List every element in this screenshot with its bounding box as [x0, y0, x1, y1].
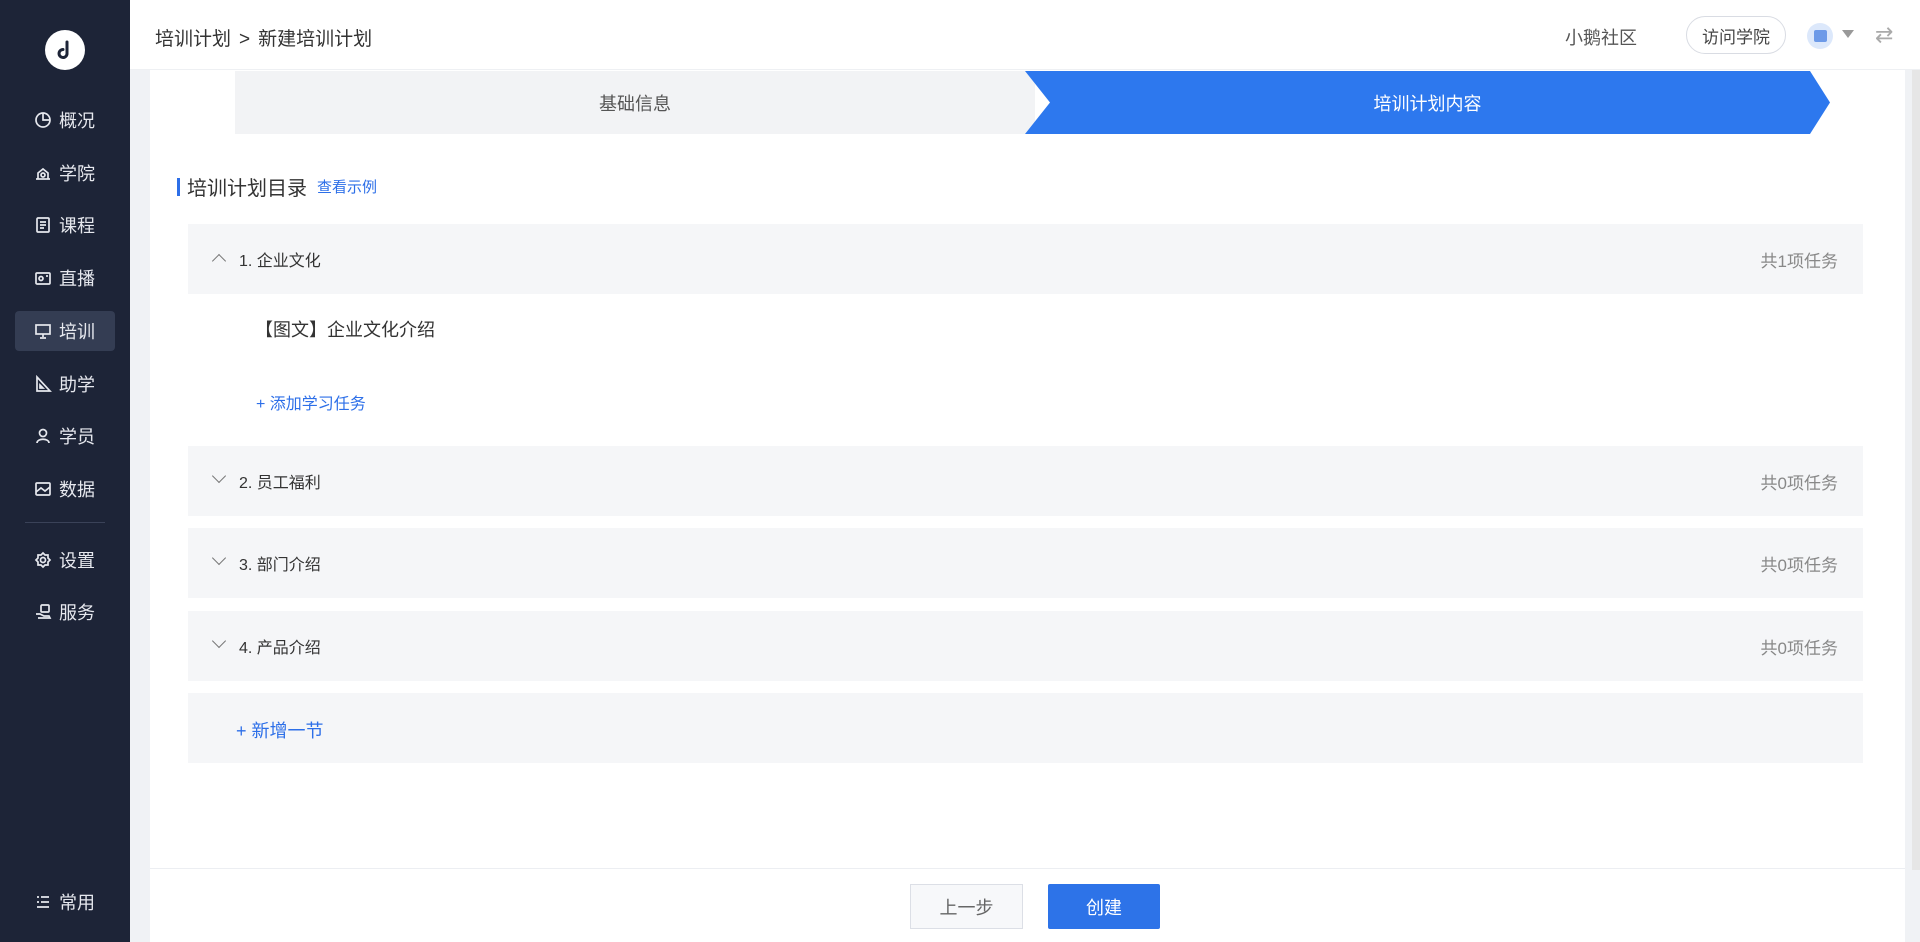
chevron-down-icon[interactable]: [211, 550, 227, 566]
sidebar-item-label: 学院: [59, 164, 95, 184]
step-indicator: 基础信息 培训计划内容: [235, 71, 1830, 134]
chapter-row-3[interactable]: 3. 部门介绍 共0项任务: [188, 528, 1863, 598]
course-doc-icon: [33, 215, 53, 235]
sidebar-item-label: 培训: [59, 322, 95, 342]
ruler-triangle-icon: [33, 374, 53, 394]
heading-accent-bar: [177, 177, 180, 196]
chapter-row-2[interactable]: 2. 员工福利 共0项任务: [188, 446, 1863, 516]
chapter-task-count: 共0项任务: [1760, 555, 1838, 575]
chapter-title: 2. 员工福利: [239, 475, 321, 492]
step-plan-content[interactable]: 培训计划内容: [1025, 71, 1830, 134]
sidebar-item-label: 数据: [59, 480, 95, 500]
sidebar-item-students[interactable]: 学员: [15, 416, 115, 456]
chapter-row-1[interactable]: 1. 企业文化 共1项任务: [188, 224, 1863, 294]
sidebar-item-label: 常用: [59, 893, 95, 913]
sidebar-item-label: 概况: [59, 111, 95, 131]
task-item[interactable]: 【图文】企业文化介绍: [255, 316, 435, 342]
sidebar-item-label: 服务: [59, 603, 95, 623]
live-camera-icon: [33, 268, 53, 288]
sidebar-divider: [25, 522, 105, 523]
sidebar-item-label: 助学: [59, 375, 95, 395]
sidebar-item-service[interactable]: 服务: [15, 592, 115, 632]
sidebar-item-academy[interactable]: 学院: [15, 153, 115, 193]
top-bar: 培训计划 > 新建培训计划 小鹅社区 访问学院 ⇄: [130, 0, 1920, 70]
training-board-icon: [33, 321, 53, 341]
chapter-title: 3. 部门介绍: [239, 557, 321, 574]
create-button[interactable]: 创建: [1048, 884, 1160, 929]
sidebar-item-common[interactable]: 常用: [15, 882, 115, 922]
breadcrumb-item-plans[interactable]: 培训计划: [155, 29, 231, 50]
sidebar-item-assist[interactable]: 助学: [15, 364, 115, 404]
sidebar-item-settings[interactable]: 设置: [15, 540, 115, 580]
sidebar-item-training[interactable]: 培训: [15, 311, 115, 351]
chapter-task-count: 共1项任务: [1760, 251, 1838, 271]
add-task-link[interactable]: + 添加学习任务: [256, 390, 366, 414]
sidebar: 概况 学院 课程 直播 培训 助学 学员 数据 设置 服务 常用: [0, 0, 130, 942]
app-root: 概况 学院 课程 直播 培训 助学 学员 数据 设置 服务 常用 培训计划 > …: [0, 0, 1920, 942]
chapter-title: 1. 企业文化: [239, 253, 321, 270]
sidebar-item-data[interactable]: 数据: [15, 469, 115, 509]
sidebar-item-label: 设置: [59, 551, 95, 571]
chapter-task-count: 共0项任务: [1760, 473, 1838, 493]
chapter-task-count: 共0项任务: [1760, 638, 1838, 658]
store-icon: [1813, 30, 1827, 42]
footer-bar: [150, 868, 1905, 942]
visit-academy-button[interactable]: 访问学院: [1686, 16, 1786, 54]
step-basic-info[interactable]: 基础信息: [235, 71, 1035, 134]
chapter-title: 4. 产品介绍: [239, 640, 321, 657]
chapter-row-4[interactable]: 4. 产品介绍 共0项任务: [188, 611, 1863, 681]
pie-chart-icon: [33, 110, 53, 130]
previous-step-button[interactable]: 上一步: [910, 884, 1023, 929]
scrollbar[interactable]: [1912, 70, 1920, 870]
catalog-title: 培训计划目录: [187, 178, 307, 200]
service-hand-icon: [33, 602, 53, 622]
academy-icon: [33, 163, 53, 183]
logo-music-note-icon[interactable]: [45, 30, 85, 70]
caret-down-icon[interactable]: [1842, 30, 1854, 38]
view-example-link[interactable]: 查看示例: [317, 176, 377, 197]
breadcrumb-item-current: 新建培训计划: [258, 29, 373, 50]
user-icon: [33, 426, 53, 446]
sidebar-item-overview[interactable]: 概况: [15, 100, 115, 140]
step-plan-content-label: 培训计划内容: [1373, 93, 1482, 114]
data-image-icon: [33, 479, 53, 499]
list-icon: [33, 892, 53, 912]
add-section-row[interactable]: + 新增一节: [188, 693, 1863, 763]
swap-icon[interactable]: ⇄: [1875, 22, 1893, 48]
chevron-down-icon[interactable]: [211, 468, 227, 484]
add-section-link[interactable]: + 新增一节: [236, 717, 324, 743]
breadcrumb-separator: >: [239, 29, 251, 50]
catalog-heading: 培训计划目录 查看示例: [177, 172, 377, 201]
gear-icon: [33, 550, 53, 570]
avatar[interactable]: [1807, 23, 1833, 49]
breadcrumb: 培训计划 > 新建培训计划: [155, 24, 380, 51]
sidebar-item-label: 直播: [59, 269, 95, 289]
community-link[interactable]: 小鹅社区: [1565, 24, 1637, 50]
chevron-up-icon[interactable]: [211, 253, 227, 269]
sidebar-item-label: 课程: [59, 216, 95, 236]
sidebar-item-course[interactable]: 课程: [15, 205, 115, 245]
sidebar-item-live[interactable]: 直播: [15, 258, 115, 298]
chevron-down-icon[interactable]: [211, 633, 227, 649]
sidebar-item-label: 学员: [59, 427, 95, 447]
